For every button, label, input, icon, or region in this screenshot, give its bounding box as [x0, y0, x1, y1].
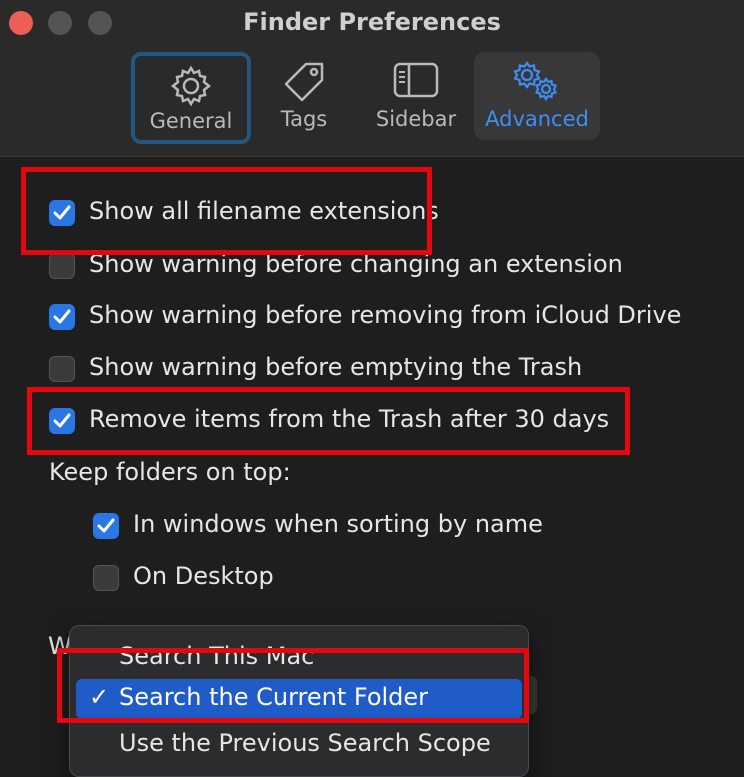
highlight-box: [21, 167, 432, 255]
highlight-box: [57, 648, 529, 723]
checkbox-unchecked[interactable]: [93, 565, 119, 591]
option-label: Show warning before removing from iCloud…: [89, 301, 682, 329]
checkbox-checked[interactable]: [49, 304, 75, 330]
option-label: On Desktop: [133, 562, 274, 590]
keep-folders-heading: Keep folders on top:: [49, 458, 291, 486]
tab-sidebar[interactable]: Sidebar: [357, 52, 475, 140]
checkmark-icon: [53, 309, 71, 324]
tab-general-label: General: [149, 109, 233, 133]
gear-icon: [170, 65, 212, 107]
sidebar-icon: [393, 62, 439, 98]
tab-advanced[interactable]: Advanced: [474, 52, 600, 140]
option-label: In windows when sorting by name: [133, 510, 543, 538]
gears-icon: [513, 61, 558, 101]
highlight-box: [27, 387, 630, 455]
tag-icon: [284, 62, 324, 102]
option-label: Show warning before emptying the Trash: [89, 353, 583, 381]
tab-general[interactable]: General: [131, 52, 251, 144]
menu-item-previous-search-scope[interactable]: Use the Previous Search Scope: [76, 725, 522, 765]
tab-sidebar-label: Sidebar: [375, 107, 457, 131]
menu-item-label: Use the Previous Search Scope: [119, 729, 491, 757]
checkbox-unchecked[interactable]: [49, 253, 75, 279]
checkmark-icon: [97, 518, 115, 533]
checkbox-checked[interactable]: [93, 513, 119, 539]
title-bar: Finder Preferences General Tags Sidebar: [0, 0, 744, 157]
tab-tags[interactable]: Tags: [245, 52, 363, 140]
checkbox-unchecked[interactable]: [49, 356, 75, 382]
tab-tags-label: Tags: [280, 107, 328, 131]
tab-advanced-label: Advanced: [485, 107, 589, 131]
window-title: Finder Preferences: [243, 8, 501, 36]
